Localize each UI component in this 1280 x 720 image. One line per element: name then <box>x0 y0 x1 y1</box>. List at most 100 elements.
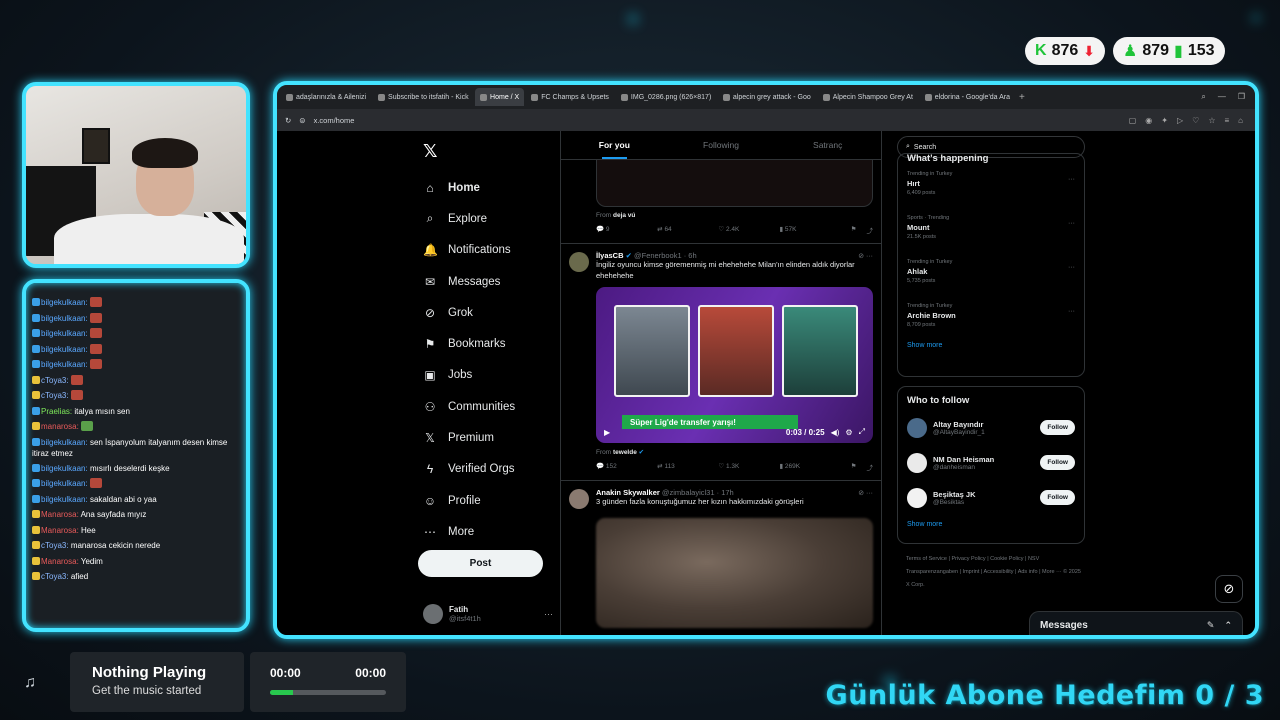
nav-item-messages[interactable]: ✉ Messages <box>417 266 557 297</box>
browser-tab[interactable]: Subscribe to itsfatih - Kick <box>373 88 473 106</box>
browser-tab[interactable]: adaşlarınızla & Ailenizi <box>281 88 371 106</box>
footer-links[interactable]: Terms of Service | Privacy Policy | Cook… <box>906 553 1086 592</box>
reload-icon[interactable]: ↻ <box>285 116 291 125</box>
grok-button[interactable]: ⊘ <box>1215 575 1243 603</box>
trend-item[interactable]: Trending in Turkey Hırt 6,409 posts ··· <box>907 164 1075 208</box>
minimize-icon[interactable]: — <box>1218 92 1226 102</box>
play-icon[interactable]: ▶ <box>604 428 610 437</box>
nav-item-home[interactable]: ⌂ Home <box>417 172 557 203</box>
account-switcher[interactable]: Fatih @itsf4t1h ··· <box>423 604 553 624</box>
post-author[interactable]: Anakin Skywalker <box>596 488 660 497</box>
chevron-up-icon[interactable]: ⌃ <box>1224 620 1232 631</box>
more-icon[interactable]: ··· <box>1068 264 1075 271</box>
favicon-icon <box>924 93 932 101</box>
post-author[interactable]: İlyasCB <box>596 251 624 260</box>
badge-icon <box>32 510 40 518</box>
nav-item-bookmarks[interactable]: ⚑ Bookmarks <box>417 328 557 359</box>
nav-item-jobs[interactable]: ▣ Jobs <box>417 360 557 391</box>
site-info-icon[interactable]: ⊜ <box>299 116 305 125</box>
browser-tab[interactable]: FC Champs & Upsets <box>526 88 614 106</box>
more-icon[interactable]: ··· <box>1068 220 1075 227</box>
follow-button[interactable]: Follow <box>1040 420 1075 435</box>
play-icon[interactable]: ▷ <box>1177 116 1183 125</box>
nav-item-communities[interactable]: ⚇ Communities <box>417 391 557 422</box>
chat-username: manarosa: <box>41 422 79 431</box>
new-tab-button[interactable]: + <box>1019 92 1025 103</box>
chat-username: cToya3: <box>41 391 69 400</box>
repost-button[interactable]: ⇄ 64 <box>657 225 718 235</box>
suggestion-item[interactable]: Altay Bayındır @AltayBayindir_1 Follow <box>907 410 1075 445</box>
messages-drawer[interactable]: Messages ✎ ⌃ <box>1029 611 1243 635</box>
post-handle: @zimbalayicl31 · 17h <box>661 488 734 497</box>
browser-tab[interactable]: IMG_0286.png (626×817) <box>616 88 716 106</box>
chat-message: Praelias: italya mısın sen <box>32 404 240 420</box>
restore-icon[interactable]: ❐ <box>1238 92 1245 102</box>
compose-icon[interactable]: ✎ <box>1207 620 1215 631</box>
favicon-icon <box>620 93 628 101</box>
post-button[interactable]: Post <box>418 550 543 577</box>
reply-button[interactable]: 💬 152 <box>596 462 657 472</box>
bar-chart-icon: ▮ <box>1174 43 1183 60</box>
x-logo-icon[interactable]: 𝕏 <box>423 141 557 162</box>
browser-tab[interactable]: alpecin grey attack - Goo <box>718 88 816 106</box>
nav-item-grok[interactable]: ⊘ Grok <box>417 297 557 328</box>
follow-button[interactable]: Follow <box>1040 455 1075 470</box>
x-page: 𝕏 ⌂ Home ⌕ Explore 🔔 Notifications ✉ Messages ⊘ G… <box>277 131 1255 635</box>
suggestion-name: Altay Bayındır <box>933 419 984 429</box>
trend-item[interactable]: Trending in Turkey Archie Brown 8,709 post… <box>907 296 1075 340</box>
like-button[interactable]: ♡ 2.4K <box>718 225 779 235</box>
suggestion-item[interactable]: NM Dan Heisman @danheisman Follow <box>907 445 1075 480</box>
lock-icon[interactable]: ⌂ <box>1238 116 1243 125</box>
heart-icon[interactable]: ♡ <box>1192 116 1199 125</box>
fullscreen-icon[interactable]: ⤢ <box>859 427 865 437</box>
post-image[interactable] <box>596 517 873 628</box>
share-button[interactable]: ⤴ <box>867 225 874 235</box>
more-icon[interactable]: ··· <box>1068 176 1075 183</box>
trend-item[interactable]: Sports · Trending Mount 21.5K posts ··· <box>907 208 1075 252</box>
post-tools[interactable]: ⊘ ··· <box>858 489 873 497</box>
favicon-icon <box>480 93 488 101</box>
more-icon[interactable]: ··· <box>1068 308 1075 315</box>
music-title: Nothing Playing <box>92 664 207 681</box>
post-tools[interactable]: ⊘ ··· <box>858 252 873 260</box>
tab-for-you[interactable]: For you <box>561 131 668 159</box>
url-field[interactable]: x.com/home <box>314 116 355 125</box>
volume-icon[interactable]: ◀) <box>831 428 840 437</box>
post-media[interactable] <box>596 160 873 207</box>
settings-icon[interactable]: ⚙ <box>845 428 852 437</box>
follow-button[interactable]: Follow <box>1040 490 1075 505</box>
more-icon[interactable]: ··· <box>544 609 553 619</box>
nav-item-explore[interactable]: ⌕ Explore <box>417 203 557 234</box>
show-more-link[interactable]: Show more <box>907 342 1075 349</box>
repost-button[interactable]: ⇄ 113 <box>657 462 718 472</box>
like-button[interactable]: ♡ 1.3K <box>718 462 779 472</box>
nav-item-premium[interactable]: 𝕏 Premium <box>417 422 557 453</box>
nav-item-notifications[interactable]: 🔔 Notifications <box>417 235 557 266</box>
suggestion-item[interactable]: Beşiktaş JK @Besiktas Follow <box>907 480 1075 515</box>
tab-following[interactable]: Following <box>668 131 775 159</box>
share-button[interactable]: ⤴ <box>867 462 874 472</box>
search-tabs-icon[interactable]: ⌕ <box>1201 92 1205 102</box>
nav-item-more[interactable]: ⋯ More <box>417 516 557 547</box>
bookmark-button[interactable]: ⚑ <box>851 462 857 472</box>
post-video[interactable]: Süper Lig'de transfer yarışı! ▶ 0:03 / 0… <box>596 287 873 443</box>
bookmark-button[interactable]: ⚑ <box>851 225 857 235</box>
reply-button[interactable]: 💬 9 <box>596 225 657 235</box>
bookmark-icon[interactable]: ☆ <box>1208 116 1215 125</box>
browser-tab[interactable]: eldorina - Google'da Ara <box>920 88 1015 106</box>
show-more-link[interactable]: Show more <box>907 521 1075 528</box>
tab-satranc[interactable]: Satranç <box>774 131 881 159</box>
camera-icon[interactable]: ◉ <box>1145 116 1152 125</box>
post[interactable]: ⊘ ··· İlyasCB ✔ @Fenerbook1 · 6h İngiliz… <box>561 243 881 480</box>
browser-tab[interactable]: Alpecin Shampoo Grey At <box>818 88 918 106</box>
grok-icon: ⊘ <box>424 305 436 320</box>
menu-icon[interactable]: ≡ <box>1224 116 1229 125</box>
trend-item[interactable]: Trending in Turkey Ahlak 5,735 posts ··· <box>907 252 1075 296</box>
nav-item-profile[interactable]: ☺ Profile <box>417 485 557 516</box>
screenshot-icon[interactable]: ▢ <box>1129 116 1137 125</box>
badge-icon <box>32 463 40 472</box>
browser-tab[interactable]: Home / X <box>475 88 525 106</box>
extension-icon[interactable]: ✦ <box>1161 116 1168 125</box>
post[interactable]: ⊘ ··· Anakin Skywalker @zimbalayicl31 · … <box>561 480 881 628</box>
nav-item-verified-orgs[interactable]: ϟ Verified Orgs <box>417 454 557 485</box>
